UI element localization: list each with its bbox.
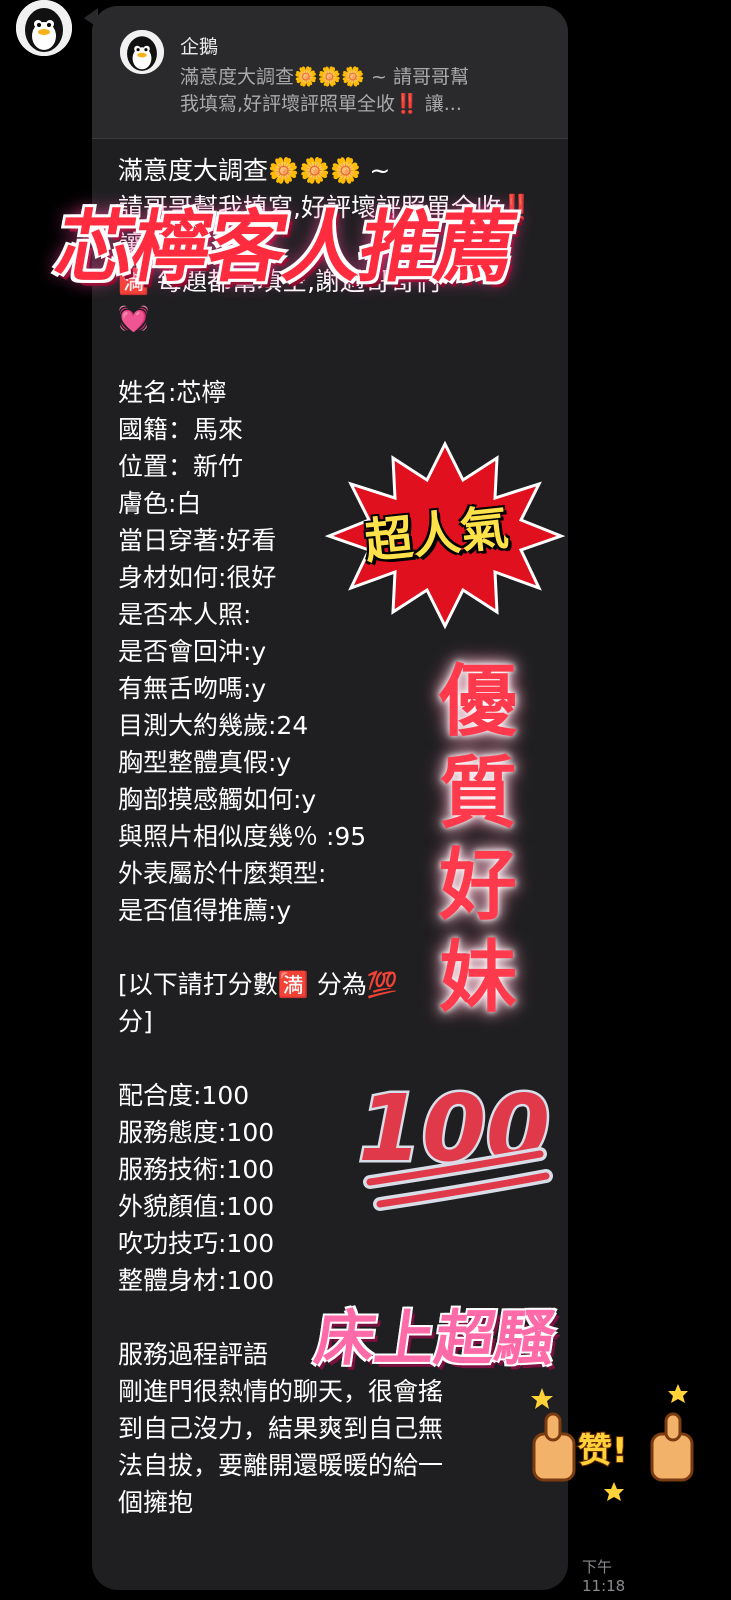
quality-sticker: 優質好妹 bbox=[438, 657, 517, 1023]
sender-avatar[interactable] bbox=[16, 0, 72, 56]
message-timestamp: 下午 11:18 bbox=[582, 1558, 626, 1595]
title-sticker: 芯檸客人推薦 bbox=[48, 203, 521, 293]
quoted-message-preview: 滿意度大調查🌼🌼🌼 ~ 請哥哥幫 我填寫,好評壞評照單全收‼️ 讓... bbox=[180, 66, 469, 115]
penguin-icon bbox=[16, 0, 72, 56]
thumbs-text: 赞! bbox=[578, 1431, 628, 1471]
popular-sticker: 超人氣 bbox=[361, 499, 512, 571]
thumbs-up-sticker: 赞! bbox=[531, 1384, 694, 1501]
hundred-points-icon: 100 bbox=[356, 1073, 553, 1211]
quoted-sender-avatar bbox=[120, 30, 164, 74]
penguin-icon bbox=[120, 30, 164, 74]
quoted-reply[interactable]: 企鵝 滿意度大調查🌼🌼🌼 ~ 請哥哥幫 我填寫,好評壞評照單全收‼️ 讓... bbox=[92, 6, 568, 139]
bed-sticker: 床上超騷 bbox=[310, 1304, 561, 1374]
quoted-sender-name: 企鵝 bbox=[180, 36, 219, 58]
